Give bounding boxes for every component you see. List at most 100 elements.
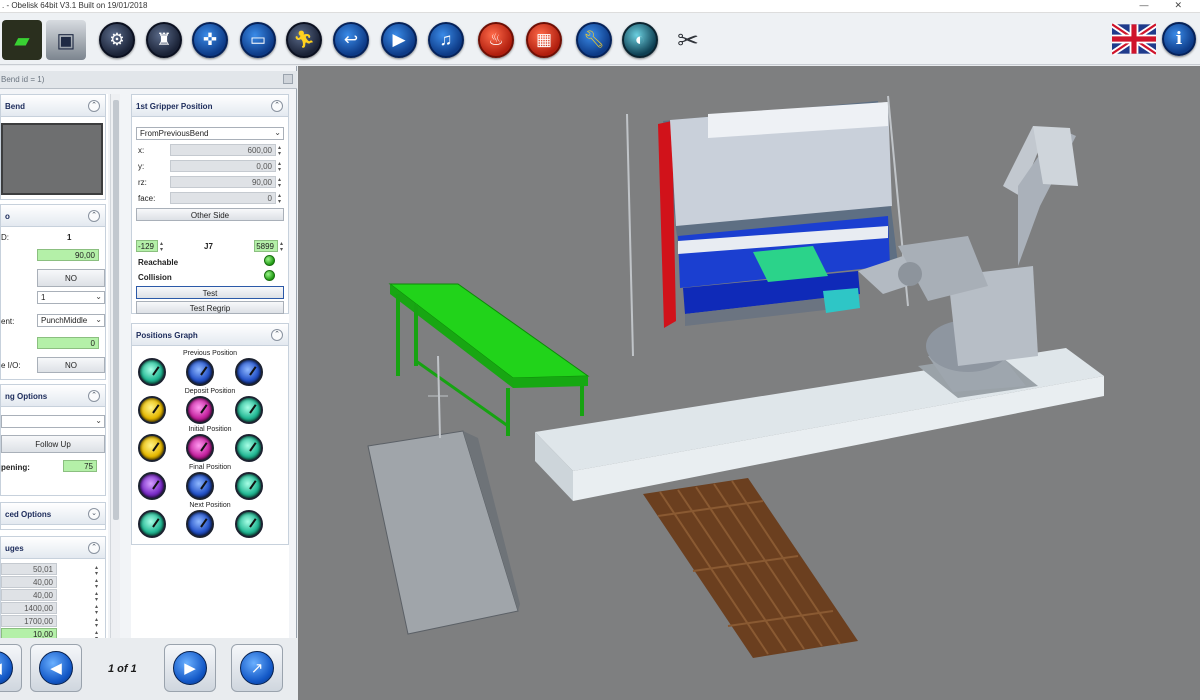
j-right-field[interactable]: 5899: [254, 240, 278, 252]
collapse-up-icon[interactable]: ⌃: [88, 210, 100, 222]
offset-field[interactable]: 0: [37, 337, 99, 349]
gauge-dial-icon: [138, 472, 166, 500]
first-icon: ◀: [0, 651, 13, 685]
collapse-up-icon[interactable]: ⌃: [271, 329, 283, 341]
bend-properties-panel: Bend id = 1) Bend ⌃ o ⌃ D: 1 90,00 NO 1 ⌄…: [0, 66, 297, 700]
green-conveyor-table: [388, 283, 590, 436]
collapse-up-icon[interactable]: ⌃: [88, 542, 100, 554]
gamepad-icon[interactable]: ✜: [192, 22, 228, 58]
gauge-dial-icon: [235, 472, 263, 500]
angle-field[interactable]: 90,00: [37, 249, 99, 261]
wrench-icon[interactable]: 🔧︎: [576, 22, 612, 58]
chevron-down-icon: ⌄: [95, 292, 102, 301]
spin-icon: ▴▾: [95, 578, 99, 590]
fire-icon[interactable]: ♨: [478, 22, 514, 58]
x-field[interactable]: 600,00: [170, 144, 276, 156]
camera-icon[interactable]: ▭: [240, 22, 276, 58]
no-button[interactable]: NO: [37, 269, 105, 287]
options-select[interactable]: ⌄: [1, 415, 105, 428]
info-section: o ⌃ D: 1 90,00 NO 1 ⌄ ent: PunchMiddle ⌄ 0…: [0, 204, 106, 380]
collapse-up-icon[interactable]: ⌃: [88, 390, 100, 402]
option-select[interactable]: 1 ⌄: [37, 291, 105, 304]
gauge-dial-icon: [235, 358, 263, 386]
machine-setup-icon[interactable]: ⚙: [99, 22, 135, 58]
spin-icon: ▴▾: [160, 241, 164, 253]
bend-preview-image: [1, 123, 103, 195]
id-label: D:: [1, 233, 9, 242]
y-label: y:: [138, 162, 145, 171]
globe-icon[interactable]: ◐: [622, 22, 658, 58]
gauge-value-4[interactable]: 1400,00: [1, 602, 57, 614]
spin-icon: ▴▾: [278, 193, 282, 205]
collapse-up-icon[interactable]: ⌃: [271, 100, 283, 112]
window-controls: — ✕: [1139, 0, 1182, 11]
gray-stacking-table: [367, 355, 520, 635]
graph-row-label: Deposit Position: [184, 388, 236, 395]
gauge-value-2[interactable]: 40,00: [1, 576, 57, 588]
graph-row-label: Next Position: [189, 502, 231, 509]
id-value: 1: [67, 233, 72, 242]
reachable-status-indicator: [264, 255, 275, 266]
title-bar: . - Obelisk 64bit V3.1 Built on 19/01/20…: [0, 0, 1200, 13]
left-column: Bend ⌃ o ⌃ D: 1 90,00 NO 1 ⌄ ent: PunchMi…: [0, 94, 108, 664]
j-left-field[interactable]: -129: [136, 240, 158, 252]
panel-close-button[interactable]: [283, 74, 293, 84]
collapse-up-icon[interactable]: ⌃: [88, 100, 100, 112]
scene-canvas[interactable]: [298, 66, 1200, 700]
y-field[interactable]: 0,00: [170, 160, 276, 172]
open-folder-icon[interactable]: ▰: [2, 20, 42, 60]
gauge-value-5[interactable]: 1700,00: [1, 615, 57, 627]
point-select[interactable]: PunchMiddle ⌄: [37, 314, 105, 327]
play-icon[interactable]: ▶: [381, 22, 417, 58]
minimize-button[interactable]: —: [1139, 0, 1148, 11]
brick-icon[interactable]: ▦: [526, 22, 562, 58]
first-bend-button[interactable]: ◀: [0, 644, 22, 692]
next-bend-button[interactable]: ▶: [164, 644, 216, 692]
save-disk-icon[interactable]: ▣: [46, 20, 86, 60]
collision-label: Collision: [138, 273, 172, 282]
next-icon: ▶: [173, 651, 207, 685]
other-side-button[interactable]: Other Side: [136, 208, 284, 221]
page-indicator: 1 of 1: [108, 663, 137, 675]
export-button[interactable]: ↗: [231, 644, 283, 692]
gauge-value-3[interactable]: 40,00: [1, 589, 57, 601]
scroll-thumb[interactable]: [113, 100, 119, 520]
gauge-dial-icon: [186, 510, 214, 538]
music-icon[interactable]: ♫: [428, 22, 464, 58]
collision-status-indicator: [264, 270, 275, 281]
x-label: x:: [138, 146, 145, 155]
gauge-dial-icon: [186, 434, 214, 462]
gauge-value-1[interactable]: 50,01: [1, 563, 57, 575]
opening-field[interactable]: 75: [63, 460, 97, 472]
test-regrip-button[interactable]: Test Regrip: [136, 301, 284, 314]
chevron-down-icon: ⌄: [95, 416, 102, 425]
follow-up-button[interactable]: Follow Up: [1, 435, 105, 453]
close-button[interactable]: ✕: [1174, 0, 1182, 11]
io-button[interactable]: NO: [37, 357, 105, 373]
3d-viewport[interactable]: [298, 66, 1200, 700]
run-icon[interactable]: 🏃︎: [286, 22, 322, 58]
info-icon[interactable]: i: [1162, 22, 1196, 56]
spin-icon: ▴▾: [278, 161, 282, 173]
face-field[interactable]: 0: [170, 192, 276, 204]
gripper-mode-select[interactable]: FromPreviousBend ⌄: [136, 127, 284, 140]
robot-icon[interactable]: ♜: [146, 22, 182, 58]
previous-icon: ◀: [39, 651, 73, 685]
j-label: J7: [204, 242, 213, 251]
uk-flag-icon[interactable]: [1110, 21, 1158, 57]
expand-down-icon[interactable]: ⌄: [88, 508, 100, 520]
positions-graph-section: Positions Graph ⌃ Previous Position Depo…: [131, 323, 289, 545]
bend-navigation: ◀ ◀ 1 of 1 ▶ ↗: [0, 638, 297, 700]
chevron-down-icon: ⌄: [274, 128, 281, 137]
test-button[interactable]: Test: [136, 286, 284, 299]
rz-field[interactable]: 90,00: [170, 176, 276, 188]
right-column: 1st Gripper Position ⌃ FromPreviousBend ⌄…: [131, 94, 289, 664]
return-icon[interactable]: ↩: [333, 22, 369, 58]
io-label: e I/O:: [1, 361, 21, 370]
previous-bend-button[interactable]: ◀: [30, 644, 82, 692]
point-label: ent:: [1, 317, 15, 326]
panel-header: Bend id = 1): [0, 71, 297, 89]
graph-row-label: Previous Position: [182, 350, 238, 357]
tools-icon[interactable]: ✂: [668, 20, 708, 60]
left-scrollbar[interactable]: ▾: [110, 94, 120, 664]
